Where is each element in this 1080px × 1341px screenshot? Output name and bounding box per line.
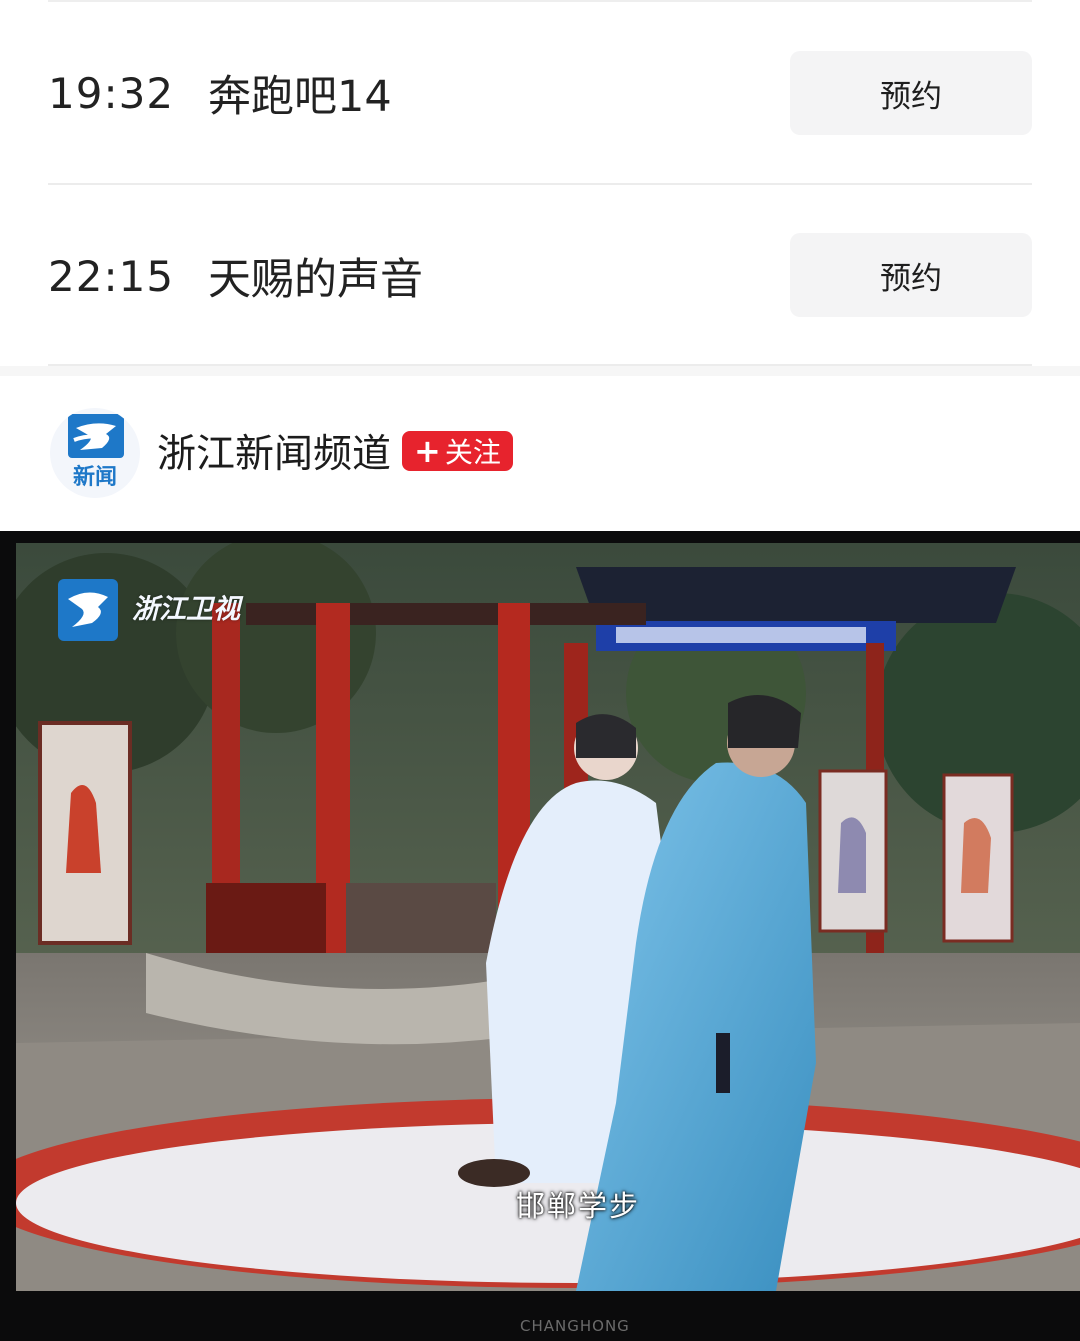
program-title: 天赐的声音 <box>208 255 423 305</box>
tv-screen[interactable]: 浙江卫视 邯郸学步 <box>16 543 1080 1291</box>
tv-brand-label: CHANGHONG <box>520 1317 630 1335</box>
tv-scene-image <box>16 543 1080 1291</box>
reserve-button[interactable]: 预约 <box>790 233 1032 317</box>
reserve-button[interactable]: 预约 <box>790 51 1032 135</box>
schedule-row: 19:32 奔跑吧14 预约 <box>0 2 1080 184</box>
schedule-row: 22:15 天赐的声音 预约 <box>0 185 1080 367</box>
video-photo: 浙江卫视 邯郸学步 CHANGHONG <box>0 531 1080 1341</box>
channel-header: 新闻 浙江新闻频道 + 关注 <box>0 376 1080 531</box>
section-gap <box>0 366 1080 376</box>
zhejiang-news-logo-icon: 新闻 <box>68 414 124 490</box>
channel-name[interactable]: 浙江新闻频道 <box>157 424 391 478</box>
station-logo-text: 浙江卫视 <box>132 594 240 625</box>
plus-icon: + <box>414 432 441 470</box>
svg-text:新闻: 新闻 <box>73 464 117 490</box>
program-time: 19:32 <box>48 68 175 118</box>
follow-button[interactable]: + 关注 <box>402 431 513 471</box>
follow-label: 关注 <box>444 436 501 469</box>
program-title: 奔跑吧14 <box>208 72 392 122</box>
video-subtitle: 邯郸学步 <box>516 1189 641 1223</box>
program-time: 22:15 <box>48 251 175 301</box>
channel-avatar[interactable]: 新闻 <box>50 408 140 498</box>
